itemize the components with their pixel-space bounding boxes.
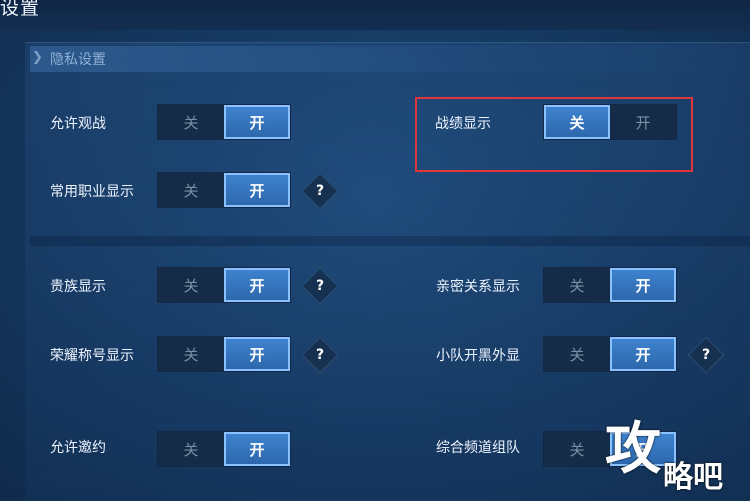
- label-team-blackout: 小队开黑外显: [436, 348, 520, 364]
- toggle-on-option[interactable]: 开: [224, 173, 290, 207]
- toggle-off-option[interactable]: 关: [158, 268, 224, 302]
- toggle-off-option[interactable]: 关: [544, 337, 610, 371]
- toggle-on-option[interactable]: 开: [224, 268, 290, 302]
- toggle-off-option[interactable]: 关: [158, 173, 224, 207]
- toggle-intimate[interactable]: 关 开: [543, 267, 677, 303]
- title-bar: 设置: [0, 0, 750, 30]
- watermark-logo: 攻 略吧: [605, 410, 745, 498]
- toggle-on-option[interactable]: 开: [224, 337, 290, 371]
- section-divider: [30, 236, 750, 246]
- help-glyph: ?: [315, 347, 325, 363]
- label-noble: 贵族显示: [50, 279, 106, 295]
- toggle-on-option[interactable]: 开: [224, 105, 290, 139]
- toggle-off-option[interactable]: 关: [158, 105, 224, 139]
- label-honor-title: 荣耀称号显示: [50, 348, 134, 364]
- toggle-team-blackout[interactable]: 关 开: [543, 336, 677, 372]
- section-header: [30, 46, 750, 72]
- label-intimate: 亲密关系显示: [436, 279, 520, 295]
- toggle-off-option[interactable]: 关: [544, 268, 610, 302]
- help-glyph: ?: [315, 278, 325, 294]
- toggle-on-option[interactable]: 开: [610, 337, 676, 371]
- toggle-partial-left[interactable]: 关 开: [157, 431, 291, 467]
- highlight-box: [415, 97, 693, 172]
- toggle-noble[interactable]: 关 开: [157, 267, 291, 303]
- section-title: 隐私设置: [50, 52, 106, 68]
- chevron-right-icon: ❯: [32, 50, 43, 65]
- help-glyph: ?: [315, 183, 325, 199]
- label-partial-right: 综合频道组队: [436, 440, 520, 456]
- watermark-small-text: 略吧: [663, 460, 723, 495]
- toggle-off-option[interactable]: 关: [544, 432, 610, 466]
- label-allow-spectate: 允许观战: [50, 116, 106, 132]
- help-glyph: ?: [701, 347, 711, 363]
- label-partial-left: 允许邀约: [50, 440, 106, 456]
- toggle-off-option[interactable]: 关: [158, 432, 224, 466]
- toggle-allow-spectate[interactable]: 关 开: [157, 104, 291, 140]
- toggle-honor-title[interactable]: 关 开: [157, 336, 291, 372]
- toggle-common-role[interactable]: 关 开: [157, 172, 291, 208]
- watermark-big-char: 攻: [605, 417, 661, 482]
- page-title: 设置: [0, 0, 41, 19]
- toggle-off-option[interactable]: 关: [158, 337, 224, 371]
- label-common-role: 常用职业显示: [50, 184, 134, 200]
- toggle-on-option[interactable]: 开: [610, 268, 676, 302]
- toggle-on-option[interactable]: 开: [224, 432, 290, 466]
